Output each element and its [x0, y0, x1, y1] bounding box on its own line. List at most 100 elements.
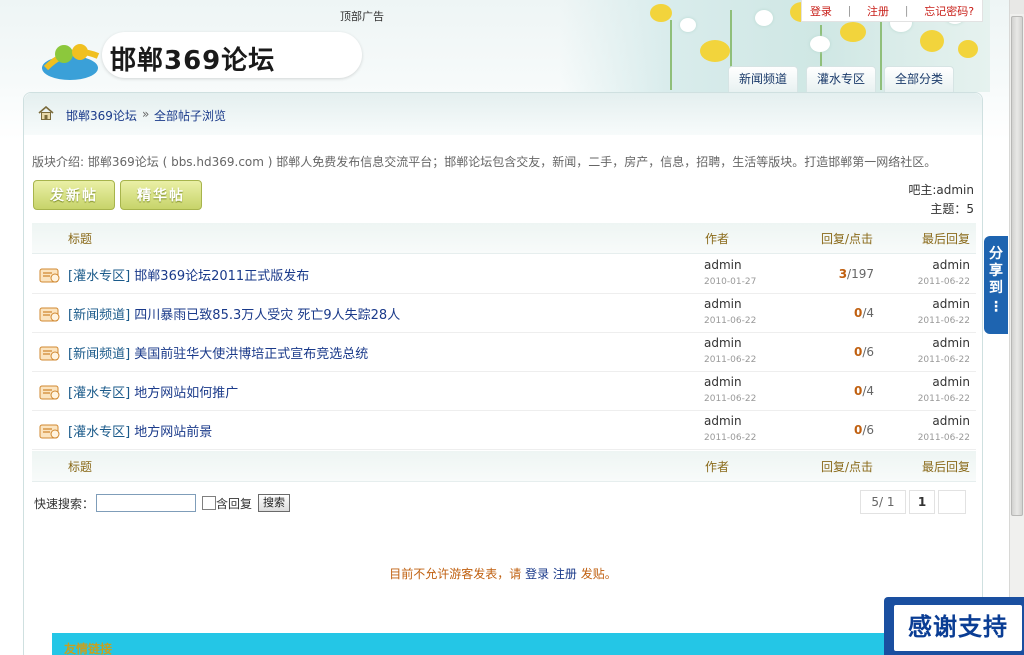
thread-title-link[interactable]: 地方网站前景: [134, 425, 212, 440]
breadcrumb-home-link[interactable]: 邯郸369论坛: [66, 107, 137, 124]
thread-title: [灌水专区] 地方网站如何推广: [68, 382, 238, 401]
guest-notice-prefix: 目前不允许游客发表，请: [389, 567, 522, 581]
nav-tab-news[interactable]: 新闻频道: [728, 66, 799, 92]
thread-title: [灌水专区] 邯郸369论坛2011正式版发布: [68, 265, 309, 284]
table-row[interactable]: [新闻频道] 四川暴雨已致85.3万人受灾 死亡9人失踪28人 admin 2011…: [32, 294, 976, 333]
logo-mark-icon: [42, 44, 100, 80]
thanks-text: 感谢支持: [894, 605, 1022, 651]
channel-nav: 新闻频道 灌水专区 全部分类: [728, 66, 955, 92]
thread-post-date: 2011-06-22: [704, 316, 757, 326]
logo-text: 邯郸369论坛: [110, 46, 276, 76]
thread-category-link[interactable]: [灌水专区]: [68, 425, 130, 440]
vertical-scrollbar[interactable]: [1009, 0, 1024, 655]
top-advertisement: 顶部广告: [340, 10, 384, 23]
nav-tab-chat[interactable]: 灌水专区: [806, 66, 877, 92]
thread-title: [新闻频道] 美国前驻华大使洪博培正式宣布竞选总统: [68, 343, 368, 362]
topic-count: 主题：5: [930, 202, 974, 216]
notice-register-link[interactable]: 注册: [553, 567, 577, 581]
breadcrumb-current[interactable]: 全部帖子浏览: [154, 107, 226, 124]
table-row[interactable]: [新闻频道] 美国前驻华大使洪博培正式宣布竞选总统 admin 2011-06-22…: [32, 333, 976, 372]
column-last-reply: 最后回复: [921, 232, 970, 246]
scroll-up-arrow-icon[interactable]: [1010, 0, 1024, 14]
thread-click-count: /4: [862, 384, 874, 398]
table-header: 标题 作者 回复/点击 最后回复: [32, 223, 976, 254]
thread-title-link[interactable]: 地方网站如何推广: [134, 386, 238, 401]
search-input[interactable]: [96, 494, 197, 512]
breadcrumb-separator: »: [142, 107, 150, 121]
thread-category-link[interactable]: [灌水专区]: [68, 386, 130, 401]
search-button[interactable]: 搜索: [258, 494, 291, 512]
thread-reply-click: 3/197: [839, 267, 874, 281]
thread-category-link[interactable]: [灌水专区]: [68, 269, 130, 284]
table-row[interactable]: [灌水专区] 地方网站如何推广 admin 2011-06-22 0/4 admin 20…: [32, 372, 976, 411]
thread-author[interactable]: admin: [704, 258, 742, 272]
thread-folder-icon: [39, 346, 60, 361]
nav-tab-all[interactable]: 全部分类: [884, 66, 955, 92]
quick-search: 快速搜索： 含回复 搜索: [34, 494, 291, 512]
home-icon[interactable]: [38, 106, 54, 120]
thread-category-link[interactable]: [新闻频道]: [68, 308, 130, 323]
share-tab-char: 到: [989, 280, 1003, 296]
thread-category-link[interactable]: [新闻频道]: [68, 347, 130, 362]
elite-posts-button[interactable]: 精华帖: [120, 180, 202, 210]
scrollbar-thumb[interactable]: [1011, 16, 1023, 516]
column-title: 标题: [68, 232, 93, 246]
thread-reply-click: 0/4: [854, 306, 874, 320]
thread-post-date: 2011-06-22: [704, 394, 757, 404]
thread-reply-click: 0/6: [854, 345, 874, 359]
thread-author[interactable]: admin: [704, 297, 742, 311]
page-current[interactable]: 1: [909, 490, 935, 514]
thread-reply-click: 0/4: [854, 384, 874, 398]
column-reply-click: 回复/点击: [821, 232, 874, 246]
thread-title-link[interactable]: 邯郸369论坛2011正式版发布: [134, 269, 309, 284]
thread-last-reply-user[interactable]: admin: [932, 414, 970, 428]
column-last-reply: 最后回复: [921, 460, 970, 474]
thread-last-reply-date: 2011-06-22: [917, 394, 970, 404]
thread-last-reply-date: 2011-06-22: [917, 277, 970, 287]
table-row[interactable]: [灌水专区] 地方网站前景 admin 2011-06-22 0/6 admin 2011…: [32, 411, 976, 450]
table-footer-header: 标题 作者 回复/点击 最后回复: [32, 451, 976, 482]
divider: |: [847, 4, 852, 17]
board-owner: 吧主:admin: [908, 183, 974, 197]
thread-post-date: 2011-06-22: [704, 433, 757, 443]
new-post-button[interactable]: 发新帖: [33, 180, 115, 210]
thread-author[interactable]: admin: [704, 375, 742, 389]
column-author: 作者: [705, 232, 730, 246]
thread-post-date: 2010-01-27: [704, 277, 757, 287]
thread-last-reply-user[interactable]: admin: [932, 258, 970, 272]
thread-last-reply-user[interactable]: admin: [932, 375, 970, 389]
thread-folder-icon: [39, 268, 60, 283]
notice-login-link[interactable]: 登录: [525, 567, 549, 581]
forgot-password-link[interactable]: 忘记密码?: [924, 3, 974, 19]
thread-author[interactable]: admin: [704, 414, 742, 428]
thread-click-count: /4: [862, 306, 874, 320]
thread-author[interactable]: admin: [704, 336, 742, 350]
thread-folder-icon: [39, 424, 60, 439]
thread-last-reply-user[interactable]: admin: [932, 297, 970, 311]
thread-folder-icon: [39, 307, 60, 322]
guest-notice-suffix: 发贴。: [580, 567, 617, 581]
forum-main-panel: 邯郸369论坛 » 全部帖子浏览 版块介绍: 邯郸369论坛 ( bbs.hd3…: [23, 92, 983, 655]
share-tab-char: 享: [989, 263, 1003, 279]
thread-title-link[interactable]: 美国前驻华大使洪博培正式宣布竞选总统: [134, 347, 368, 362]
thread-folder-icon: [39, 385, 60, 400]
login-link[interactable]: 登录: [810, 3, 832, 19]
thread-click-count: /197: [847, 267, 874, 281]
include-reply-checkbox[interactable]: [202, 496, 217, 510]
share-sidebar-tab[interactable]: 分 享 到 ⋮: [984, 236, 1008, 334]
thread-last-reply-date: 2011-06-22: [917, 316, 970, 326]
thread-reply-count: 3: [838, 267, 848, 281]
table-row[interactable]: [灌水专区] 邯郸369论坛2011正式版发布 admin 2010-01-27 3/…: [32, 255, 976, 294]
thread-last-reply-user[interactable]: admin: [932, 336, 970, 350]
column-author: 作者: [705, 460, 730, 474]
register-link[interactable]: 注册: [867, 3, 889, 19]
thanks-banner[interactable]: 感谢支持: [884, 597, 1024, 655]
user-links-bar: 登录 | 注册 | 忘记密码?: [801, 0, 983, 22]
more-icon: ⋮: [989, 299, 1003, 315]
thread-title-link[interactable]: 四川暴雨已致85.3万人受灾 死亡9人失踪28人: [134, 308, 400, 323]
column-title: 标题: [68, 460, 93, 474]
thread-last-reply-date: 2011-06-22: [917, 355, 970, 365]
page-next[interactable]: [938, 490, 966, 514]
breadcrumb: 邯郸369论坛 » 全部帖子浏览: [24, 93, 982, 135]
site-logo[interactable]: 邯郸369论坛: [40, 30, 362, 82]
